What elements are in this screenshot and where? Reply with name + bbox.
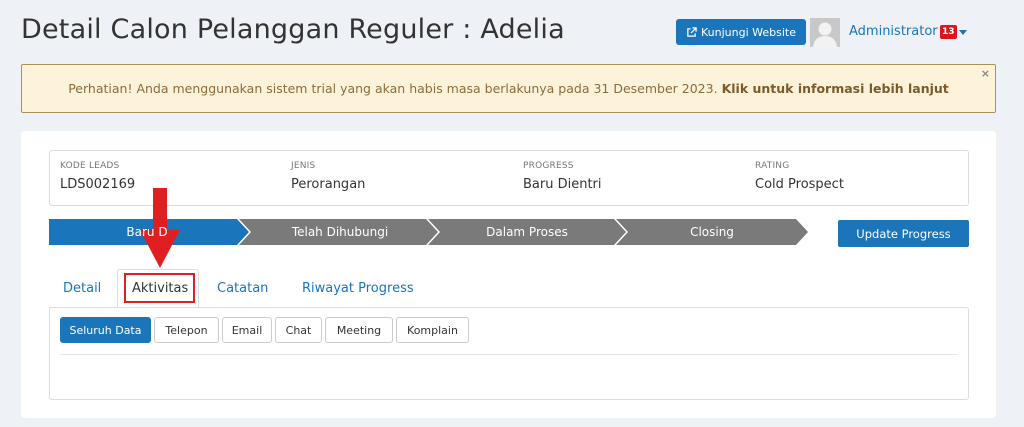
- lead-detail-panel: KODE LEADS LDS002169 JENIS Perorangan PR…: [21, 131, 996, 418]
- visit-website-label: Kunjungi Website: [701, 25, 796, 39]
- kode-leads-label: KODE LEADS: [60, 161, 120, 171]
- step-label: Closing: [690, 225, 734, 239]
- jenis-label: JENIS: [291, 161, 316, 171]
- tab-riwayat-progress[interactable]: Riwayat Progress: [302, 281, 414, 296]
- jenis: JENIS Perorangan: [291, 161, 365, 192]
- tab-highlight-box: [124, 273, 195, 303]
- user-silhouette-icon: [810, 18, 840, 47]
- chevron-down-icon[interactable]: [959, 30, 967, 35]
- progress-value: Baru Dientri: [523, 177, 602, 192]
- alert-message: Perhatian! Anda menggunakan sistem trial…: [68, 81, 718, 96]
- filter-telepon[interactable]: Telepon: [154, 317, 219, 343]
- user-name[interactable]: Administrator: [849, 24, 938, 39]
- step-label: Dalam Proses: [486, 225, 568, 239]
- filter-seluruh-data[interactable]: Seluruh Data: [60, 317, 151, 343]
- rating: RATING Cold Prospect: [755, 161, 844, 192]
- tab-catatan[interactable]: Catatan: [217, 281, 268, 296]
- filter-email[interactable]: Email: [222, 317, 272, 343]
- update-progress-button[interactable]: Update Progress: [838, 220, 969, 247]
- close-icon[interactable]: ×: [981, 67, 990, 80]
- kode-leads: KODE LEADS LDS002169: [60, 161, 135, 192]
- step-closing: Closing: [621, 219, 803, 245]
- visit-website-button[interactable]: Kunjungi Website: [676, 19, 806, 45]
- kode-leads-value: LDS002169: [60, 177, 136, 192]
- step-telah-dihubungi: Telah Dihubungi: [245, 219, 435, 245]
- lead-summary: KODE LEADS LDS002169 JENIS Perorangan PR…: [49, 150, 969, 206]
- trial-alert: Perhatian! Anda menggunakan sistem trial…: [21, 64, 996, 113]
- filter-meeting[interactable]: Meeting: [325, 317, 393, 343]
- page-title: Detail Calon Pelanggan Reguler : Adelia: [21, 14, 565, 45]
- filter-chat[interactable]: Chat: [275, 317, 322, 343]
- progress-label: PROGRESS: [523, 161, 574, 171]
- rating-label: RATING: [755, 161, 790, 171]
- notification-badge[interactable]: 13: [940, 25, 957, 39]
- step-label: Baru D: [126, 225, 168, 239]
- filter-komplain[interactable]: Komplain: [396, 317, 469, 343]
- divider: [60, 354, 958, 355]
- step-dalam-proses: Dalam Proses: [433, 219, 621, 245]
- jenis-value: Perorangan: [291, 177, 366, 192]
- progress: PROGRESS Baru Dientri: [523, 161, 602, 192]
- external-link-icon: [687, 26, 697, 37]
- tab-detail[interactable]: Detail: [63, 281, 101, 296]
- rating-value: Cold Prospect: [755, 177, 844, 192]
- alert-info-link[interactable]: Klik untuk informasi lebih lanjut: [722, 81, 949, 96]
- step-label: Telah Dihubungi: [291, 225, 389, 239]
- avatar[interactable]: [810, 18, 840, 47]
